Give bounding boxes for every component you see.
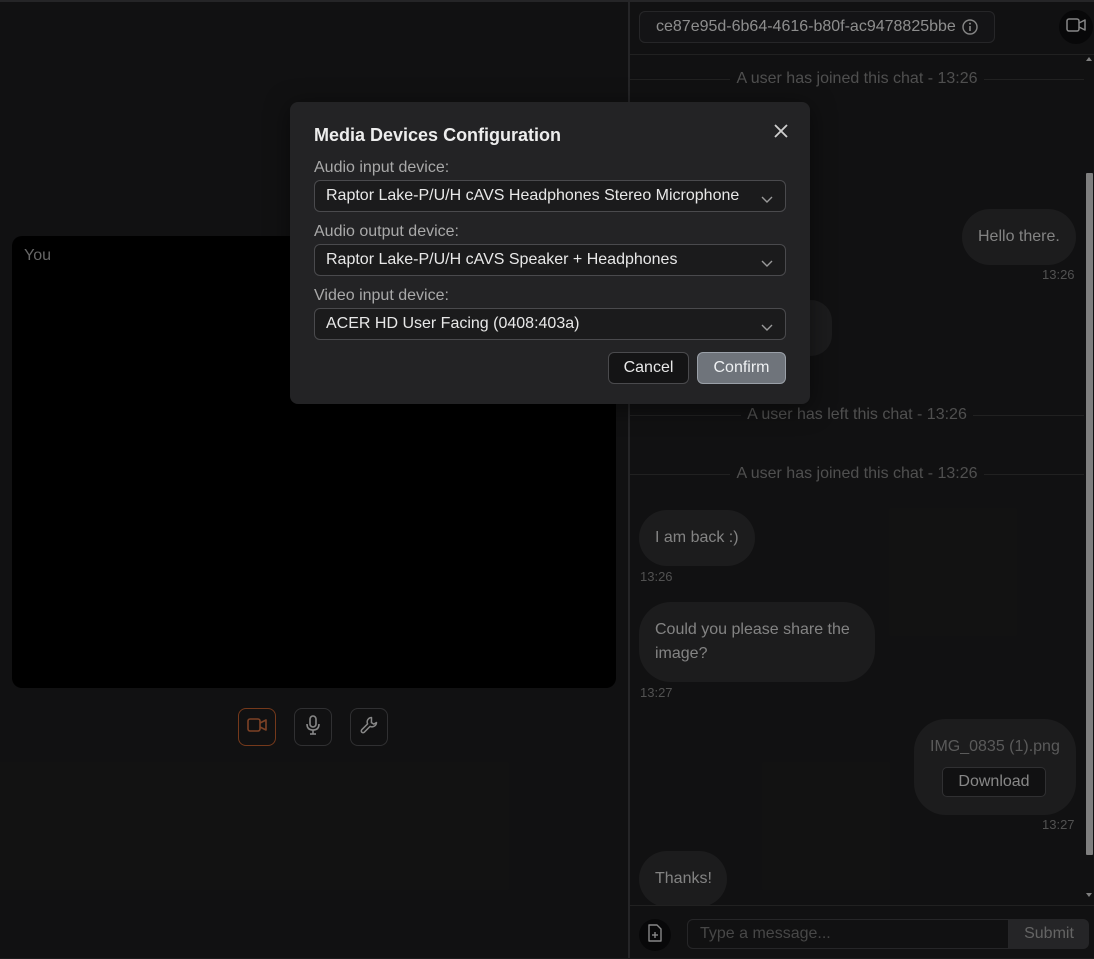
audio-output-select[interactable]: Raptor Lake-P/U/H cAVS Speaker + Headpho… — [314, 244, 786, 276]
video-input-select[interactable]: ACER HD User Facing (0408:403a) — [314, 308, 786, 340]
chevron-down-icon — [761, 319, 773, 337]
audio-input-value: Raptor Lake-P/U/H cAVS Headphones Stereo… — [326, 187, 740, 204]
cancel-button[interactable]: Cancel — [608, 352, 689, 384]
video-input-label: Video input device: — [314, 287, 449, 304]
audio-output-value: Raptor Lake-P/U/H cAVS Speaker + Headpho… — [326, 251, 678, 268]
audio-input-select[interactable]: Raptor Lake-P/U/H cAVS Headphones Stereo… — [314, 180, 786, 212]
close-icon — [773, 123, 789, 144]
media-devices-modal: Media Devices Configuration Audio input … — [290, 102, 810, 404]
close-button[interactable] — [770, 122, 792, 144]
audio-input-label: Audio input device: — [314, 159, 450, 176]
confirm-button[interactable]: Confirm — [697, 352, 786, 384]
chevron-down-icon — [761, 191, 773, 209]
chevron-down-icon — [761, 255, 773, 273]
modal-title: Media Devices Configuration — [314, 125, 562, 145]
video-input-value: ACER HD User Facing (0408:403a) — [326, 315, 580, 332]
audio-output-label: Audio output device: — [314, 223, 459, 240]
